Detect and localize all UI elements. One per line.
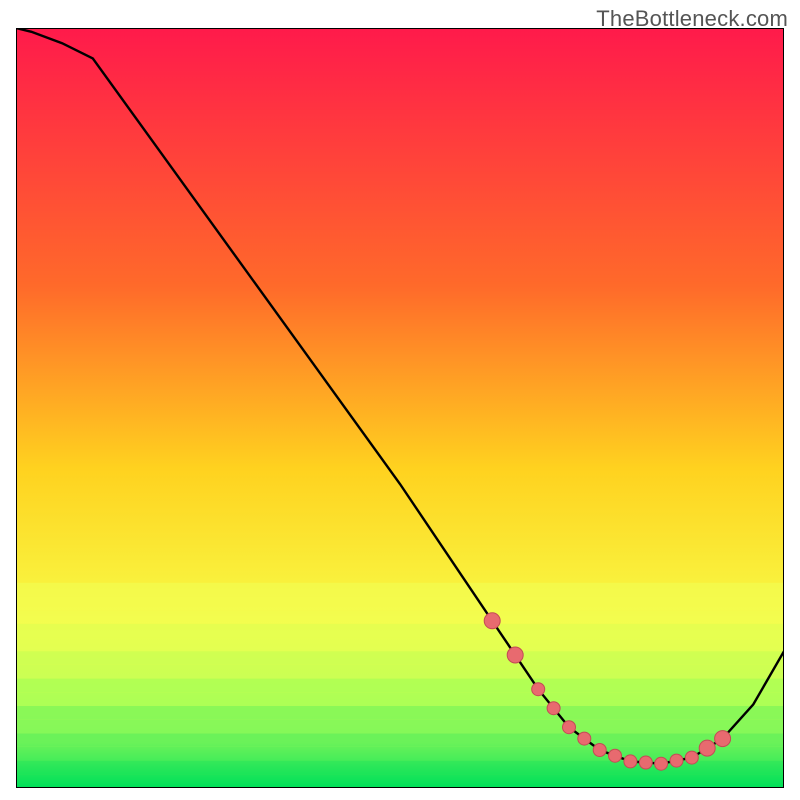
marker-dot — [484, 613, 500, 629]
marker-dot — [532, 683, 545, 696]
chart-frame: TheBottleneck.com — [0, 0, 800, 800]
watermark-text: TheBottleneck.com — [596, 6, 788, 32]
marker-dot — [715, 731, 731, 747]
chart-plot — [16, 28, 784, 788]
marker-dot — [685, 751, 698, 764]
marker-dot — [593, 744, 606, 757]
marker-dot — [699, 740, 715, 756]
marker-dot — [563, 721, 576, 734]
marker-dot — [578, 732, 591, 745]
marker-dot — [609, 749, 622, 762]
chart-svg — [16, 28, 784, 788]
marker-dot — [639, 756, 652, 769]
marker-dot — [507, 647, 523, 663]
marker-dot — [655, 757, 668, 770]
marker-dot — [547, 702, 560, 715]
marker-dot — [670, 754, 683, 767]
marker-dot — [624, 755, 637, 768]
